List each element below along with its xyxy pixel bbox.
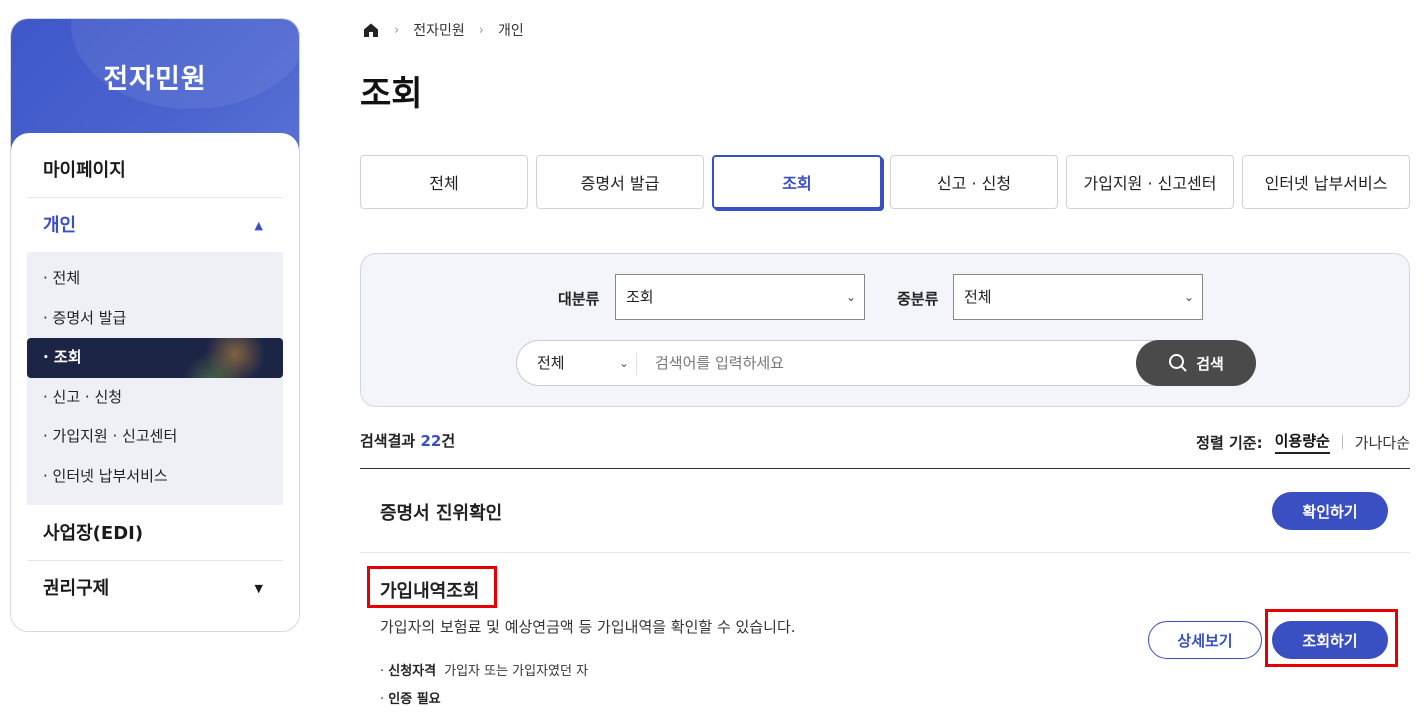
sidebar-subitem-all[interactable]: · 전체 (27, 259, 283, 299)
search-button[interactable]: 검색 (1136, 340, 1256, 386)
chevron-down-icon: ⌄ (845, 290, 856, 304)
sidebar-subitem-label: · 증명서 발급 (43, 308, 127, 327)
sidebar-subitem-certificate[interactable]: · 증명서 발급 (27, 299, 283, 339)
category-tabs: 전체 증명서 발급 조회 신고 · 신청 가입지원 · 신고센터 인터넷 납부서… (360, 155, 1410, 209)
sidebar-item-label: 사업장(EDI) (43, 523, 144, 544)
sidebar: 전자민원 마이페이지 개인 ▲ · 전체 · 증명서 발급 · 조회 · 신고 … (10, 18, 300, 632)
detail-button-label: 상세보기 (1177, 631, 1233, 650)
sidebar-item-label: 개인 (43, 215, 77, 236)
sidebar-subitem-support[interactable]: · 가입지원 · 신고센터 (27, 417, 283, 457)
middle-category-select[interactable]: 전체 ⌄ (953, 274, 1203, 320)
sidebar-subitem-label: · 신고 · 신청 (43, 387, 123, 406)
query-button-label: 조회하기 (1302, 631, 1358, 650)
tab-all[interactable]: 전체 (360, 155, 528, 209)
major-category-label: 대분류 (558, 290, 600, 308)
divider (1341, 435, 1343, 449)
major-category-select[interactable]: 조회 ⌄ (615, 274, 865, 320)
search-input[interactable] (655, 349, 1125, 377)
sidebar-item-rights[interactable]: 권리구제 ▼ (27, 561, 283, 616)
list-item-title: 증명서 진위확인 (380, 503, 503, 524)
tab-report[interactable]: 신고 · 신청 (890, 155, 1058, 209)
chevron-up-icon: ▲ (254, 219, 263, 232)
sidebar-item-personal[interactable]: 개인 ▲ (27, 198, 283, 253)
result-count: 검색결과 22건 (360, 430, 455, 451)
sidebar-subitem-label: · 인터넷 납부서비스 (43, 466, 168, 485)
sidebar-item-label: 마이페이지 (43, 160, 126, 181)
breadcrumb-item[interactable]: 개인 (498, 20, 524, 40)
sidebar-subitem-label: · 조회 (43, 348, 82, 366)
search-scope-select[interactable]: 전체 (537, 341, 565, 385)
sidebar-item-label: 권리구제 (43, 578, 110, 599)
search-bar: 전체 ⌄ 검색 (516, 340, 1256, 386)
chevron-right-icon: › (394, 22, 400, 38)
auth-line: · 인증 필요 (380, 688, 449, 707)
chevron-right-icon: › (478, 22, 484, 38)
middle-category-label: 중분류 (897, 290, 939, 308)
list-item-title: 가입내역조회 (380, 581, 480, 602)
sidebar-subitem-label: · 전체 (43, 269, 81, 287)
list-item: 증명서 진위확인 확인하기 (360, 469, 1410, 553)
tab-label: 증명서 발급 (580, 174, 660, 193)
sidebar-subitem-label: · 가입지원 · 신고센터 (43, 427, 178, 445)
confirm-button[interactable]: 확인하기 (1272, 492, 1388, 530)
tab-certificate[interactable]: 증명서 발급 (536, 155, 704, 209)
chevron-down-icon: ⌄ (619, 356, 630, 370)
sort-option-alphabetical[interactable]: 가나다순 (1355, 432, 1410, 453)
result-count-suffix: 건 (441, 432, 456, 450)
eligibility-label: 신청자격 (388, 664, 437, 679)
sidebar-subitem-payment[interactable]: · 인터넷 납부서비스 (27, 457, 283, 497)
sort-options: 정렬 기준: 이용량순 가나다순 (1196, 430, 1410, 454)
sort-option-usage[interactable]: 이용량순 (1274, 430, 1330, 454)
auth-label: 인증 필요 (388, 692, 441, 707)
page-title: 조회 (360, 74, 423, 114)
sidebar-subitem-report[interactable]: · 신고 · 신청 (27, 378, 283, 418)
tab-label: 전체 (429, 174, 459, 193)
chevron-down-icon: ⌄ (1183, 290, 1194, 304)
sidebar-item-mypage[interactable]: 마이페이지 (27, 143, 283, 198)
divider (636, 353, 637, 375)
confirm-button-label: 확인하기 (1302, 502, 1358, 521)
sidebar-subitem-inquiry[interactable]: · 조회 (27, 338, 283, 378)
tab-payment[interactable]: 인터넷 납부서비스 (1242, 155, 1410, 209)
detail-button[interactable]: 상세보기 (1148, 621, 1262, 659)
select-value: 전체 (964, 288, 992, 306)
tab-label: 조회 (782, 174, 812, 193)
search-button-label: 검색 (1196, 354, 1224, 373)
result-count-number: 22 (420, 432, 442, 450)
tab-support[interactable]: 가입지원 · 신고센터 (1066, 155, 1234, 209)
list-item-description: 가입자의 보험료 및 예상연금액 등 가입내역을 확인할 수 있습니다. (380, 618, 796, 636)
tab-inquiry[interactable]: 조회 (712, 155, 882, 209)
search-panel: 대분류 조회 ⌄ 중분류 전체 ⌄ 전체 ⌄ 검색 (360, 253, 1410, 407)
tab-label: 인터넷 납부서비스 (1264, 174, 1388, 193)
result-count-prefix: 검색결과 (360, 432, 416, 450)
select-value: 조회 (626, 288, 654, 306)
sidebar-submenu: · 전체 · 증명서 발급 · 조회 · 신고 · 신청 · 가입지원 · 신고… (27, 252, 283, 505)
sidebar-title: 전자민원 (103, 64, 207, 95)
home-icon[interactable] (362, 21, 380, 39)
query-button[interactable]: 조회하기 (1272, 621, 1388, 659)
sidebar-item-business[interactable]: 사업장(EDI) (27, 506, 283, 561)
tab-label: 가입지원 · 신고센터 (1083, 174, 1217, 193)
eligibility-value: 가입자 또는 가입자였던 자 (444, 664, 589, 679)
eligibility-line: · 신청자격 가입자 또는 가입자였던 자 (380, 660, 588, 679)
breadcrumb: › 전자민원 › 개인 (362, 20, 524, 40)
breadcrumb-item[interactable]: 전자민원 (413, 20, 465, 40)
tab-label: 신고 · 신청 (936, 174, 1012, 193)
chevron-down-icon: ▼ (254, 582, 263, 595)
search-icon (1169, 354, 1187, 372)
sort-label: 정렬 기준: (1196, 433, 1263, 452)
